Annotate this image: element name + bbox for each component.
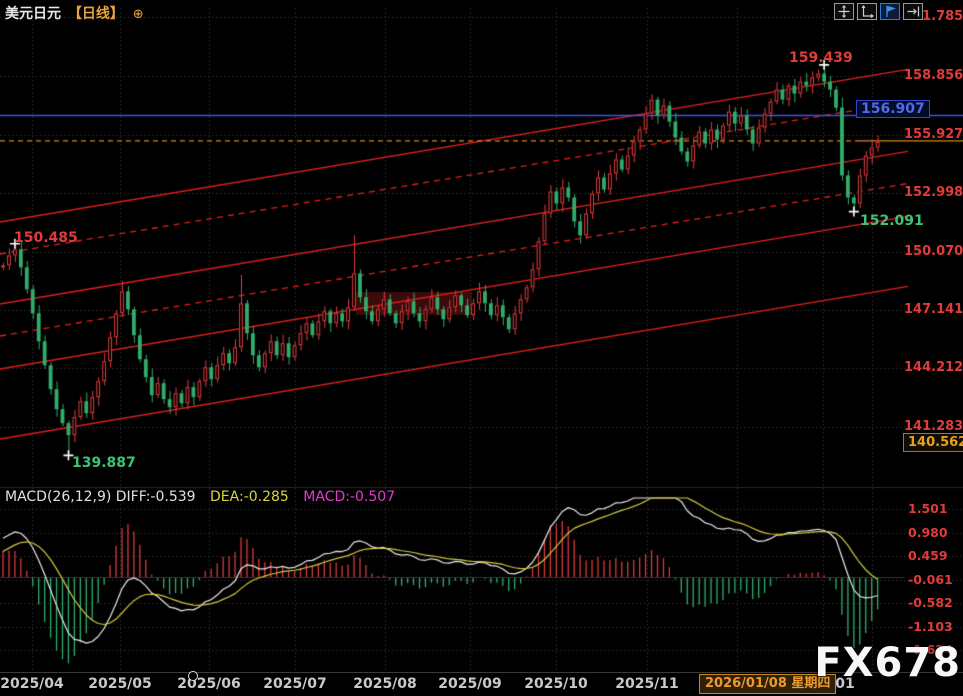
chart-canvas[interactable]: [0, 0, 963, 696]
x-axis-label: 2025/08: [353, 676, 417, 692]
x-axis-label: 2025/05: [88, 676, 152, 692]
price-annotation: 139.887: [72, 455, 136, 471]
macd-header: MACD(26,12,9) DIFF:-0.539 DEA:-0.285 MAC…: [5, 489, 395, 505]
symbol-name: 美元日元: [5, 6, 61, 22]
price-axis-tick: 158.856: [904, 68, 963, 83]
axis-scale-icon: [860, 5, 874, 18]
chart-toolbar: [834, 3, 923, 20]
price-axis-tick: 144.212: [904, 360, 963, 375]
x-axis-label: 2025/07: [263, 676, 327, 692]
macd-axis-tick: 0.980: [908, 525, 948, 540]
macd-hist-value: MACD:-0.507: [303, 489, 395, 505]
pan-icon: [837, 5, 851, 18]
price-axis-tick: 147.141: [904, 302, 963, 317]
price-annotation: 150.485: [14, 230, 78, 246]
period-label: 【日线】: [68, 6, 124, 22]
chart-window: 美元日元 【日线】 ⊕: [0, 0, 963, 696]
goto-latest-button[interactable]: [903, 3, 923, 20]
macd-axis-tick: -0.061: [908, 572, 953, 587]
x-axis-label: 2025/11: [615, 676, 679, 692]
pan-tool-button[interactable]: [834, 3, 854, 20]
x-axis-label: 2025/06: [177, 676, 241, 692]
price-axis-tick: 141.283: [904, 419, 963, 434]
x-axis-label: 2025/04: [0, 676, 64, 692]
price-axis-tick: 155.927: [904, 127, 963, 142]
macd-axis-tick: 1.501: [908, 501, 948, 516]
axis-scale-button[interactable]: [857, 3, 877, 20]
flag-marker-button[interactable]: [880, 3, 900, 20]
x-axis-label: 2025/09: [438, 676, 502, 692]
x-axis-label: 2025/10: [524, 676, 588, 692]
flag-icon: [883, 5, 897, 18]
macd-formula-diff: MACD(26,12,9) DIFF:-0.539: [5, 489, 196, 505]
price-axis-tick: 152.998: [904, 185, 963, 200]
macd-axis-tick: -1.103: [908, 619, 953, 634]
scroll-handle[interactable]: [188, 671, 198, 681]
macd-axis-tick: -0.582: [908, 595, 953, 610]
price-annotation: 152.091: [860, 213, 924, 229]
macd-dea-value: DEA:-0.285: [210, 489, 289, 505]
price-axis-tick: 150.070: [904, 244, 963, 259]
blue-level-label: 156.907: [856, 100, 930, 118]
add-indicator-icon[interactable]: ⊕: [133, 7, 144, 22]
goto-latest-icon: [906, 5, 920, 18]
macd-axis-tick: 0.459: [908, 548, 948, 563]
price-annotation: 159.439: [789, 50, 853, 66]
watermark: FX678: [814, 640, 961, 686]
alert-level-label: 140.562: [903, 433, 963, 452]
chart-title: 美元日元 【日线】 ⊕: [5, 3, 144, 23]
